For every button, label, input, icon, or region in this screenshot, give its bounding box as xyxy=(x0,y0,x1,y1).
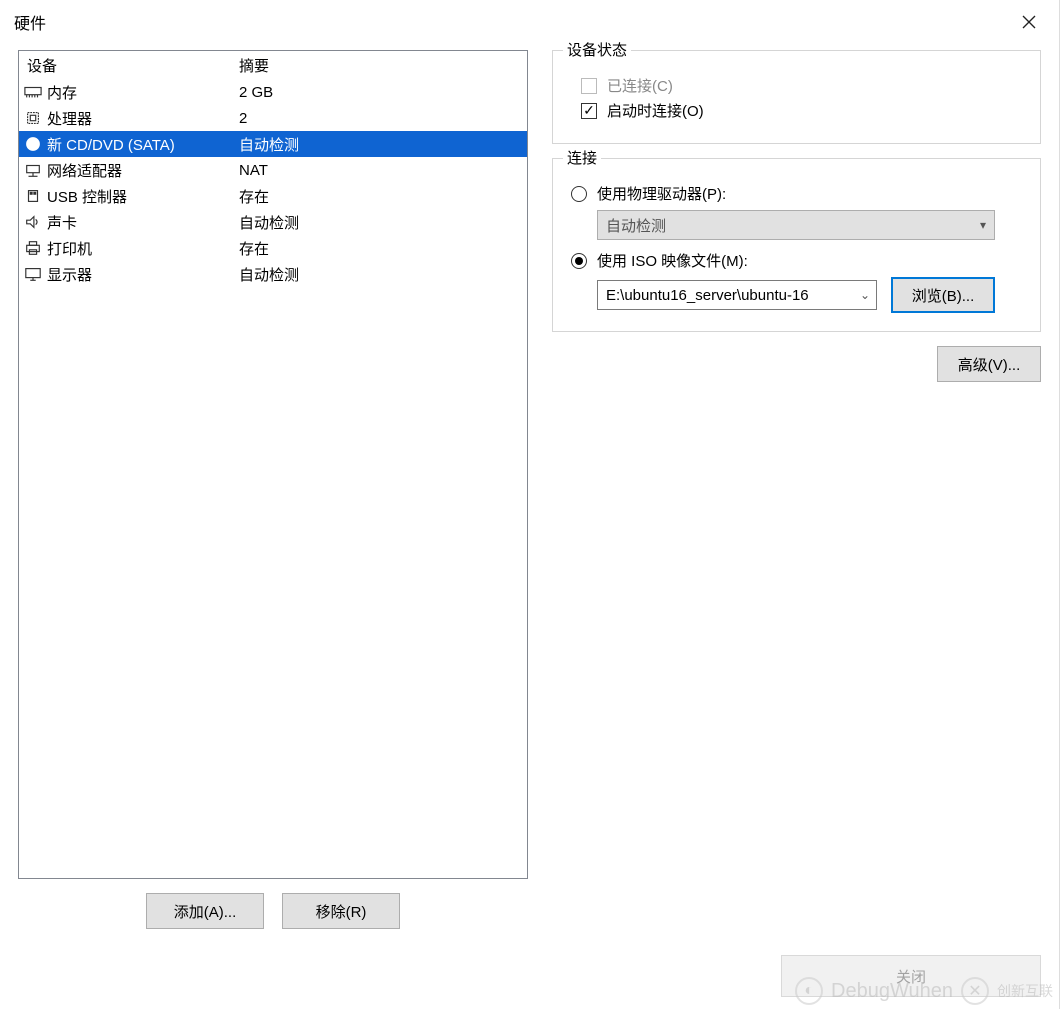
chevron-down-icon[interactable]: ⌄ xyxy=(860,288,870,302)
display-icon xyxy=(23,264,43,284)
physical-drive-select: 自动检测 ▾ xyxy=(597,210,995,240)
connect-on-start-label: 启动时连接(O) xyxy=(607,100,704,121)
device-summary: 自动检测 xyxy=(237,264,527,285)
connected-label: 已连接(C) xyxy=(607,75,673,96)
device-row[interactable]: 网络适配器 NAT xyxy=(19,157,527,183)
browse-button[interactable]: 浏览(B)... xyxy=(891,277,995,313)
device-label: 打印机 xyxy=(47,238,92,259)
device-row[interactable]: 新 CD/DVD (SATA) 自动检测 xyxy=(19,131,527,157)
header-device: 设备 xyxy=(19,55,237,76)
chevron-down-icon: ▾ xyxy=(980,218,986,232)
device-summary: 2 GB xyxy=(237,84,527,101)
remove-button[interactable]: 移除(R) xyxy=(282,893,400,929)
device-label: 网络适配器 xyxy=(47,160,122,181)
device-summary: 自动检测 xyxy=(237,134,527,155)
device-row[interactable]: USB 控制器 存在 xyxy=(19,183,527,209)
iso-label: 使用 ISO 映像文件(M): xyxy=(597,250,748,271)
device-summary: 2 xyxy=(237,110,527,127)
device-label: 处理器 xyxy=(47,108,92,129)
advanced-button[interactable]: 高级(V)... xyxy=(937,346,1041,382)
device-list[interactable]: 设备 摘要 内存 2 GB 处理器 2 新 CD/DVD (SATA) 自动检测… xyxy=(18,50,528,879)
device-row[interactable]: 声卡 自动检测 xyxy=(19,209,527,235)
close-icon[interactable] xyxy=(1005,0,1053,44)
device-label: 显示器 xyxy=(47,264,92,285)
device-row[interactable]: 显示器 自动检测 xyxy=(19,261,527,287)
cpu-icon xyxy=(23,108,43,128)
device-label: 内存 xyxy=(47,82,77,103)
printer-icon xyxy=(23,238,43,258)
iso-path-combo[interactable]: E:\ubuntu16_server\ubuntu-16 ⌄ xyxy=(597,280,877,310)
memory-icon xyxy=(23,82,43,102)
device-label: USB 控制器 xyxy=(47,186,127,207)
iso-path-value: E:\ubuntu16_server\ubuntu-16 xyxy=(606,287,809,304)
connection-group: 连接 使用物理驱动器(P): 自动检测 ▾ 使用 ISO 映像文件(M): xyxy=(552,158,1041,332)
titlebar: 硬件 xyxy=(0,0,1059,44)
device-label: 新 CD/DVD (SATA) xyxy=(47,134,175,155)
device-summary: 存在 xyxy=(237,186,527,207)
connection-legend: 连接 xyxy=(563,147,601,168)
usb-icon xyxy=(23,186,43,206)
left-panel: 设备 摘要 内存 2 GB 处理器 2 新 CD/DVD (SATA) 自动检测… xyxy=(18,50,528,929)
device-row[interactable]: 打印机 存在 xyxy=(19,235,527,261)
status-legend: 设备状态 xyxy=(563,39,631,60)
device-label: 声卡 xyxy=(47,212,77,233)
dialog-title: 硬件 xyxy=(14,10,46,34)
device-row[interactable]: 内存 2 GB xyxy=(19,79,527,105)
device-summary: NAT xyxy=(237,162,527,179)
sound-icon xyxy=(23,212,43,232)
right-panel: 设备状态 已连接(C) 启动时连接(O) 连接 使用物理驱动器(P): xyxy=(552,50,1041,929)
connect-on-start-checkbox[interactable] xyxy=(581,103,597,119)
header-summary: 摘要 xyxy=(237,55,527,76)
connected-checkbox xyxy=(581,78,597,94)
iso-radio[interactable] xyxy=(571,253,587,269)
device-summary: 存在 xyxy=(237,238,527,259)
hardware-dialog: 硬件 设备 摘要 内存 2 GB 处理器 2 新 CD/DVD (SATA) xyxy=(0,0,1060,1009)
network-icon xyxy=(23,160,43,180)
device-summary: 自动检测 xyxy=(237,212,527,233)
add-button[interactable]: 添加(A)... xyxy=(146,893,264,929)
device-list-header: 设备 摘要 xyxy=(19,51,527,79)
device-row[interactable]: 处理器 2 xyxy=(19,105,527,131)
disc-icon xyxy=(23,134,43,154)
status-group: 设备状态 已连接(C) 启动时连接(O) xyxy=(552,50,1041,144)
close-button[interactable]: 关闭 xyxy=(781,955,1041,997)
physical-drive-value: 自动检测 xyxy=(606,215,666,236)
physical-drive-radio[interactable] xyxy=(571,186,587,202)
physical-drive-label: 使用物理驱动器(P): xyxy=(597,183,726,204)
